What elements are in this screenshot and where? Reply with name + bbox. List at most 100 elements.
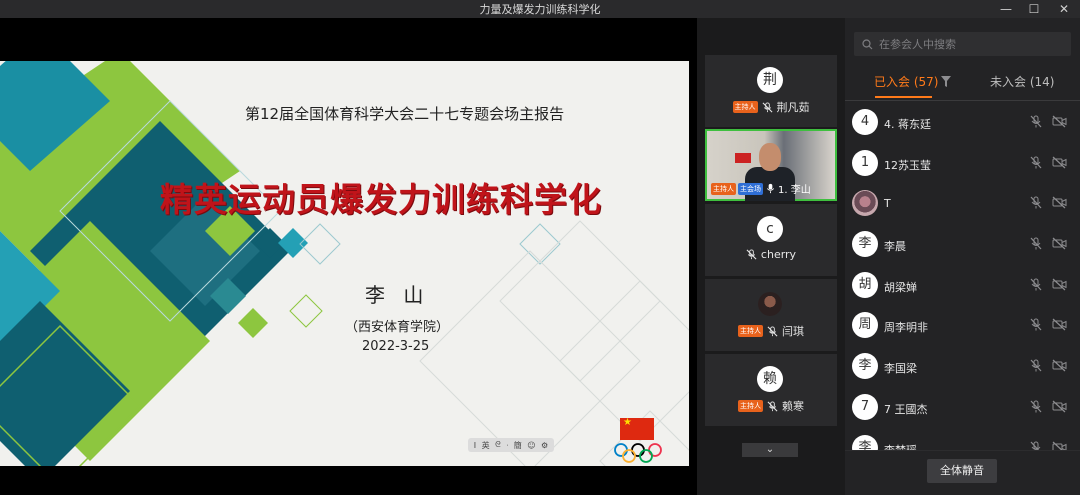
avatar: 4: [852, 109, 878, 135]
main-venue-badge: 主会场: [738, 182, 763, 195]
participant-row[interactable]: 1 12苏玉莹: [845, 145, 1080, 186]
participant-name: 闫琪: [782, 325, 804, 338]
participant-name: T: [884, 197, 891, 211]
tab-joined[interactable]: 已入会 (57): [874, 73, 938, 90]
participant-row[interactable]: 周 周李明非: [845, 307, 1080, 348]
mute-all-button[interactable]: 全体静音: [927, 459, 997, 483]
presentation-slide: 第12届全国体育科学大会二十七专题会场主报告 精英运动员爆发力训练科学化 李 山…: [0, 61, 689, 466]
mic-off-icon[interactable]: [1030, 400, 1042, 413]
chevron-down-icon: ⌄: [765, 444, 775, 455]
participant-name: 4. 蒋东廷: [884, 118, 931, 131]
ime-toolbar-item[interactable]: 簡: [514, 440, 522, 451]
participant-name: 荆凡茹: [776, 101, 810, 114]
avatar: 荆: [757, 67, 783, 93]
ime-toolbar-item[interactable]: I: [474, 441, 476, 450]
filter-icon[interactable]: [941, 76, 951, 88]
olympic-rings-icon: [614, 443, 662, 463]
speaker-video: [759, 143, 781, 171]
participant-row[interactable]: 胡 胡梁婵: [845, 267, 1080, 308]
window-title: 力量及爆发力训练科学化: [479, 3, 601, 16]
presentation-date: 2022-3-25: [362, 339, 430, 354]
search-placeholder: 在参会人中搜索: [879, 38, 956, 51]
minimize-icon[interactable]: —: [992, 0, 1020, 18]
slide-headline: 精英运动员爆发力训练科学化: [160, 180, 602, 219]
participant-name: 1. 李山: [778, 185, 811, 196]
camera-off-icon[interactable]: [1052, 400, 1067, 413]
active-speaker-video-tile[interactable]: 主持人 主会场 1. 李山: [705, 129, 837, 201]
participant-name: 12苏玉莹: [884, 158, 931, 172]
host-badge: 主持人: [732, 101, 758, 113]
host-badge: 主持人: [738, 400, 763, 412]
mic-off-icon[interactable]: [1030, 278, 1042, 291]
active-tab-indicator: [875, 96, 932, 98]
video-tile[interactable]: c cherry: [705, 204, 837, 276]
title-bar: 力量及爆发力训练科学化 — ☐ ✕: [0, 0, 1080, 18]
ime-toolbar-item[interactable]: ☺: [527, 441, 535, 450]
ime-toolbar[interactable]: I 英 ᘓ ᐧ 簡 ☺ ⚙: [468, 438, 554, 452]
participant-row[interactable]: T: [845, 185, 1080, 226]
ime-toolbar-item[interactable]: ᐧ: [506, 441, 508, 450]
scroll-down-button[interactable]: ⌄: [742, 443, 798, 457]
ime-toolbar-item[interactable]: ᘓ: [495, 440, 501, 450]
mic-off-icon[interactable]: [1030, 359, 1042, 372]
mic-off-icon[interactable]: [1030, 196, 1042, 209]
video-tile[interactable]: 赖 主持人 赖寒: [705, 354, 837, 426]
mic-on-icon: [766, 183, 775, 194]
avatar: [852, 190, 878, 217]
mic-off-icon[interactable]: [1030, 237, 1042, 250]
mic-off-icon: [746, 249, 757, 260]
host-badge: 主持人: [711, 182, 736, 195]
participant-row[interactable]: 4 4. 蒋东廷: [845, 104, 1080, 145]
host-badge: 主持人: [738, 325, 763, 337]
close-icon[interactable]: ✕: [1050, 0, 1078, 18]
maximize-icon[interactable]: ☐: [1020, 0, 1048, 18]
camera-off-icon[interactable]: [1052, 115, 1067, 128]
mic-off-icon: [767, 400, 778, 411]
mic-off-icon[interactable]: [1030, 318, 1042, 331]
avatar: 胡: [852, 271, 878, 298]
camera-off-icon[interactable]: [1052, 278, 1067, 291]
camera-off-icon[interactable]: [1052, 156, 1067, 169]
tab-not-joined[interactable]: 未入会 (14): [990, 73, 1054, 90]
mic-off-icon[interactable]: [1030, 115, 1042, 128]
participant-name: 周李明非: [884, 321, 928, 335]
avatar: [758, 292, 782, 316]
meeting-window: 力量及爆发力训练科学化 — ☐ ✕ 第12届全国体育科学大会二十七专题会场主报告…: [0, 0, 1080, 495]
participant-search-input[interactable]: 在参会人中搜索: [854, 32, 1071, 56]
participant-name: 李国梁: [884, 362, 917, 376]
participant-list: 4 4. 蒋东廷 1 12苏玉莹 T 李 李晨 胡 胡梁婵 周 周李明非 李 李…: [845, 104, 1080, 470]
participant-row[interactable]: 李 李国梁: [845, 348, 1080, 389]
participant-tabs: 已入会 (57) 未入会 (14): [845, 70, 1080, 98]
panel-footer: 全体静音: [845, 450, 1080, 495]
avatar: 1: [852, 149, 878, 176]
mic-off-icon[interactable]: [1030, 156, 1042, 169]
participant-name: 赖寒: [782, 400, 804, 413]
video-tile[interactable]: 荆 主持人 荆凡茹: [705, 55, 837, 127]
avatar: 7: [852, 393, 878, 420]
participant-name: 7 王國杰: [884, 402, 928, 416]
camera-off-icon[interactable]: [1052, 196, 1067, 209]
mic-off-icon: [767, 325, 778, 336]
speaker-name: 李 山: [365, 283, 430, 307]
ime-toolbar-item[interactable]: ⚙: [541, 441, 548, 450]
mic-off-icon: [762, 101, 772, 112]
divider: [845, 100, 1080, 101]
video-tile[interactable]: 主持人 闫琪: [705, 279, 837, 351]
participants-panel: 在参会人中搜索 已入会 (57) 未入会 (14) 4 4. 蒋东廷 1 12苏…: [845, 18, 1080, 495]
avatar: 李: [852, 353, 878, 380]
participant-row[interactable]: 李 李晨: [845, 226, 1080, 267]
camera-off-icon[interactable]: [1052, 359, 1067, 372]
avatar: c: [757, 216, 783, 242]
conference-subtitle: 第12届全国体育科学大会二十七专题会场主报告: [245, 105, 565, 123]
camera-off-icon[interactable]: [1052, 237, 1067, 250]
avatar: 周: [852, 312, 878, 339]
camera-off-icon[interactable]: [1052, 318, 1067, 331]
ime-toolbar-item[interactable]: 英: [482, 440, 490, 451]
china-flag-icon: ★: [620, 418, 654, 440]
search-icon: [862, 38, 873, 49]
participant-name: cherry: [760, 248, 797, 261]
video-tiles-column: 荆 主持人 荆凡茹 主持人 主会场 1. 李山 c cherry 主持人 闫琪 …: [697, 18, 845, 495]
avatar: 李: [852, 231, 878, 258]
participant-row[interactable]: 7 7 王國杰: [845, 389, 1080, 430]
participant-name: 胡梁婵: [884, 280, 917, 294]
